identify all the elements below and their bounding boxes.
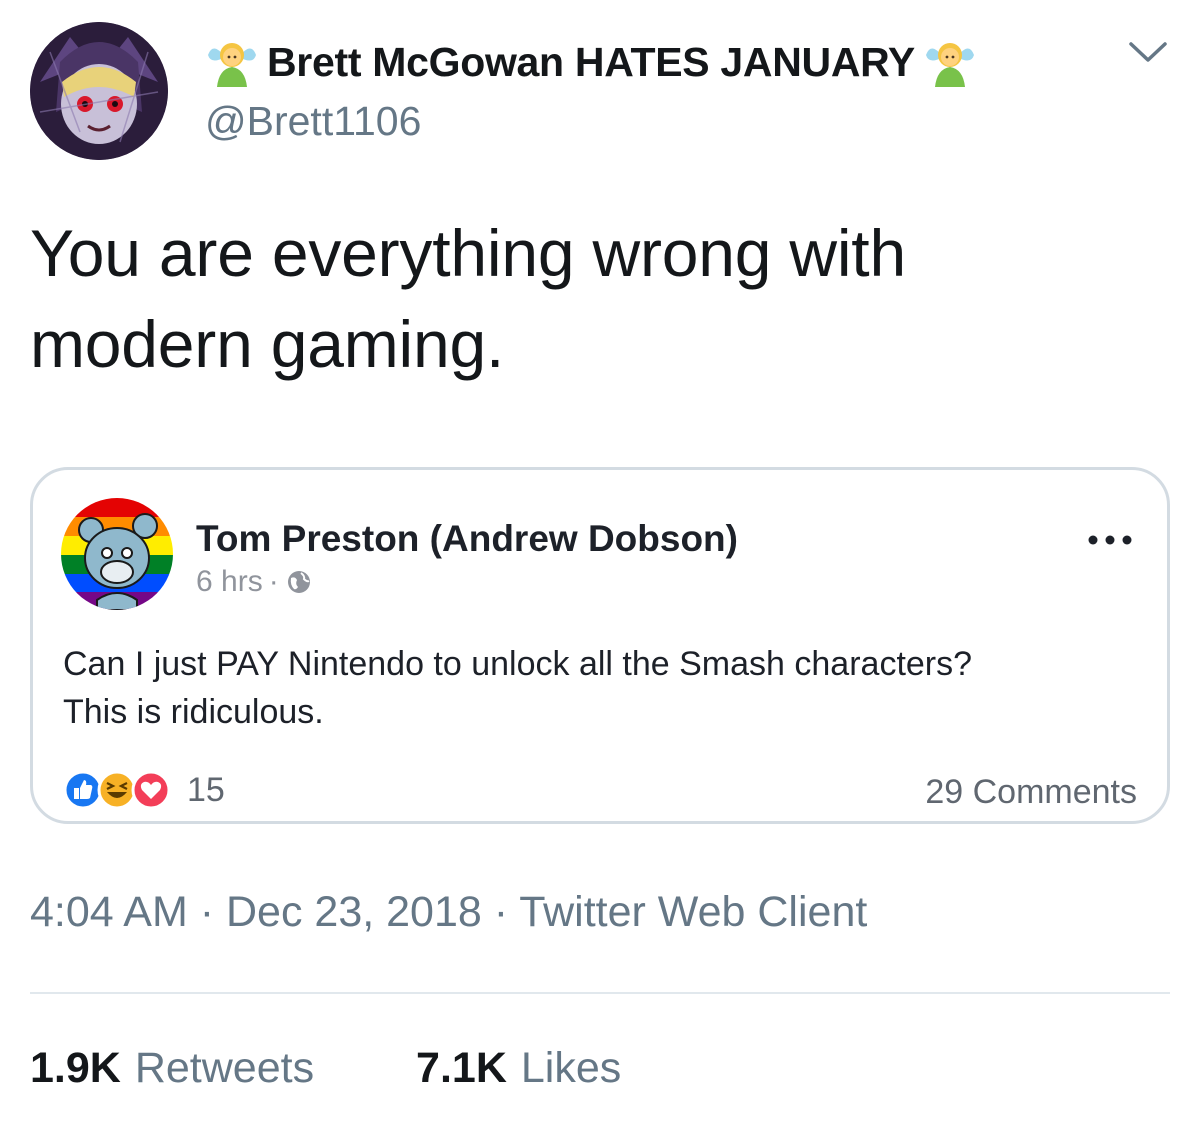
tweet-text: You are everything wrong with modern gam… xyxy=(30,216,906,381)
retweets-stat[interactable]: 1.9K Retweets xyxy=(30,1044,314,1093)
tweet-stats: 1.9K Retweets 7.1K Likes xyxy=(30,1044,621,1093)
likes-label: Likes xyxy=(520,1044,622,1092)
quoted-post-card[interactable]: Tom Preston (Andrew Dobson) 6 hrs · Can … xyxy=(30,467,1170,824)
tweet-date[interactable]: Dec 23, 2018 xyxy=(226,888,482,936)
retweets-label: Retweets xyxy=(134,1044,315,1092)
love-icon xyxy=(131,770,171,810)
tweet-client[interactable]: Twitter Web Client xyxy=(519,888,867,936)
fairy-emoji-icon xyxy=(208,43,256,87)
meta-separator: · xyxy=(481,888,520,936)
quoted-post-time[interactable]: 6 hrs xyxy=(196,565,263,599)
divider xyxy=(30,992,1170,994)
quoted-post-avatar[interactable] xyxy=(61,498,173,610)
quoted-post-author[interactable]: Tom Preston (Andrew Dobson) xyxy=(196,518,738,560)
author-name-row[interactable]: Brett McGowan HATES JANUARY xyxy=(205,34,977,90)
quoted-post-body-line: Can I just PAY Nintendo to unlock all th… xyxy=(63,645,973,683)
fairy-emoji-icon xyxy=(925,43,974,87)
meta-separator: · xyxy=(187,888,226,936)
author-handle[interactable]: @Brett1106 xyxy=(205,98,421,145)
globe-icon xyxy=(287,571,310,593)
meta-separator: · xyxy=(268,565,279,598)
tweet-detail: Brett McGowan HATES JANUARY @Brett1106 Y… xyxy=(0,0,1200,1142)
avatar-artwork xyxy=(30,22,168,160)
avatar-artwork xyxy=(61,498,173,610)
quoted-post-body: Can I just PAY Nintendo to unlock all th… xyxy=(63,640,1153,736)
reactions-summary[interactable]: 15 xyxy=(63,770,225,810)
tweet-meta: 4:04 AM · Dec 23, 2018 · Twitter Web Cli… xyxy=(30,888,867,937)
comments-link[interactable]: 29 Comments xyxy=(925,773,1137,812)
likes-stat[interactable]: 7.1K Likes xyxy=(416,1044,621,1093)
likes-count: 7.1K xyxy=(416,1044,507,1092)
quoted-post-body-line: This is ridiculous. xyxy=(63,693,324,731)
reaction-count: 15 xyxy=(187,770,225,809)
tweet-time[interactable]: 4:04 AM xyxy=(30,888,188,936)
quoted-post-meta: 6 hrs · xyxy=(196,565,313,599)
retweets-count: 1.9K xyxy=(30,1044,121,1092)
more-options-icon[interactable] xyxy=(1085,530,1135,550)
chevron-down-icon[interactable] xyxy=(1128,38,1168,68)
author-display-name: Brett McGowan HATES JANUARY xyxy=(267,38,915,85)
author-avatar[interactable] xyxy=(30,22,168,160)
